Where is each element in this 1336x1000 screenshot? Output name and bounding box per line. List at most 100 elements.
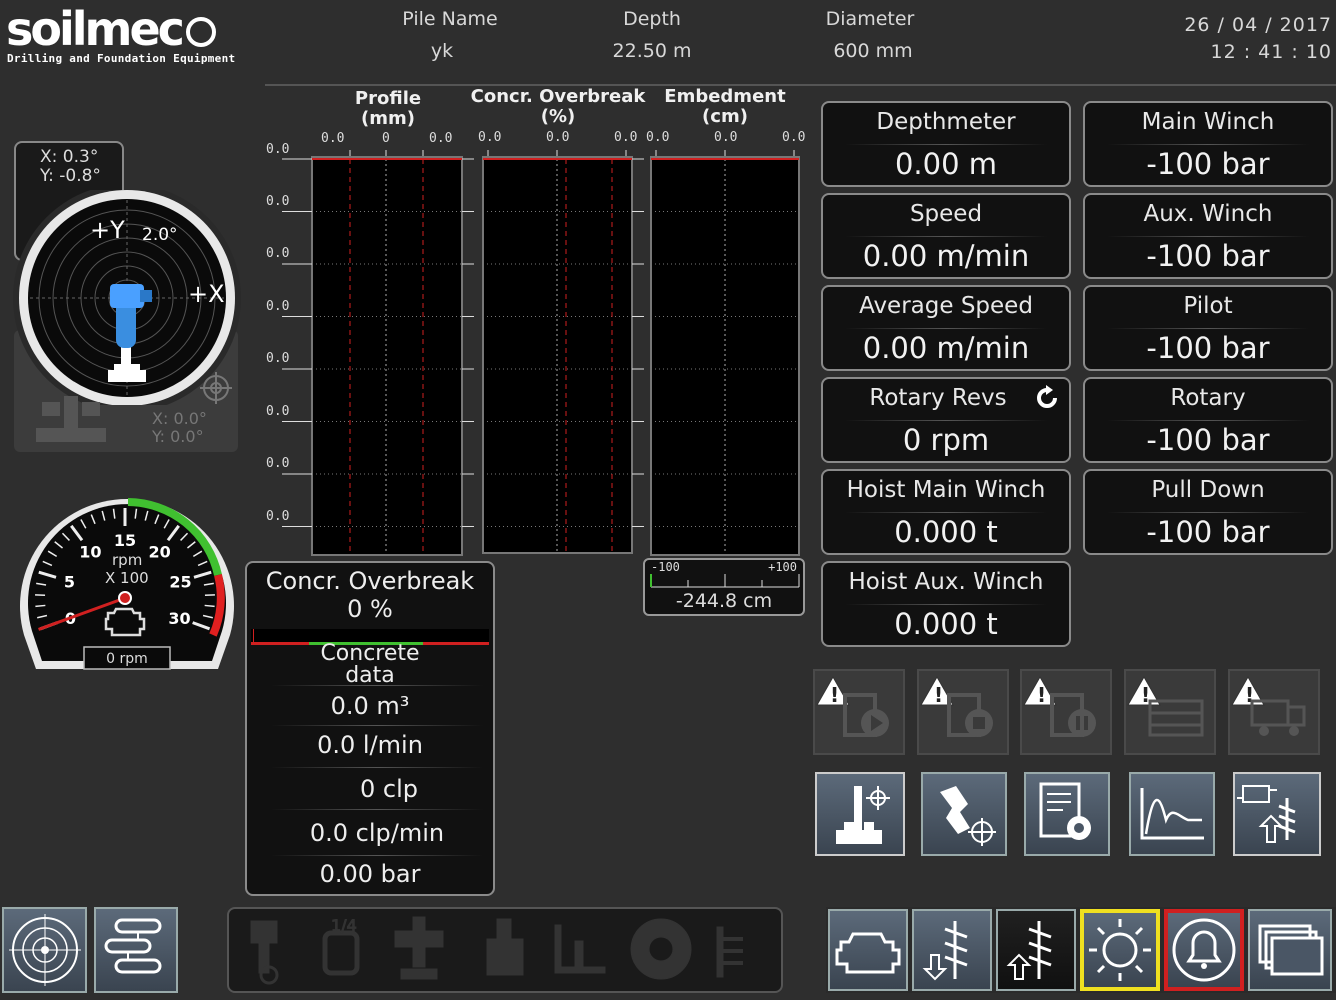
pump-icon — [486, 918, 524, 976]
function-tray: 1/4 — [227, 907, 783, 993]
profile-tick-max: 0.0 — [429, 131, 453, 146]
concrete-pressure: 0.00 bar — [319, 860, 421, 888]
profile-tick-mid: 0 — [382, 131, 390, 146]
drill-target-button[interactable] — [921, 772, 1007, 856]
winch-quarter-icon: 1/4 — [322, 916, 360, 976]
windows-icon — [1258, 924, 1324, 976]
warning-stop-button[interactable]: ! — [917, 669, 1009, 755]
secondary-x: X: 0.0° — [152, 409, 207, 428]
depth-label: Depth — [623, 8, 681, 30]
panel-pull-down: Pull Down -100 bar — [1083, 469, 1333, 555]
warning-truck-button[interactable]: ! — [1228, 669, 1320, 755]
diameter-value: 600 mm — [833, 40, 913, 62]
diameter-label: Diameter — [825, 8, 915, 30]
time-display: 12 : 41 : 10 — [1210, 41, 1332, 63]
panel-average-speed: Average Speed 0.00 m/min — [821, 285, 1071, 371]
overbreak-label: Concr. Overbreak — [265, 567, 475, 595]
embedment-scale: -100 +100 -244.8 cm — [643, 558, 805, 616]
clamp-icon — [394, 916, 444, 980]
target-view-button[interactable] — [2, 907, 87, 993]
engine-icon — [835, 932, 901, 974]
auger-down-button[interactable] — [912, 909, 992, 991]
ladder-icon — [716, 926, 743, 978]
panel-speed: Speed 0.00 m/min — [821, 193, 1071, 279]
concrete-clp: 0 clp — [360, 775, 418, 803]
secondary-y: Y: 0.0° — [151, 427, 204, 446]
overbreak-column-header: Concr. Overbreak (%) — [470, 86, 646, 127]
panel-aux-winch: Aux. Winch -100 bar — [1083, 193, 1333, 279]
auger-up-button[interactable] — [996, 909, 1076, 991]
mast-icon — [836, 786, 890, 844]
logo-tagline: Drilling and Foundation Equipment — [7, 52, 236, 65]
panel-depthmeter: Depthmeter 0.00 m — [821, 101, 1071, 187]
menu-list-icon — [104, 918, 162, 974]
warning-table-button[interactable]: ! — [1124, 669, 1216, 755]
warning-pause-button[interactable]: ! — [1020, 669, 1112, 755]
warning-start-button[interactable]: ! — [813, 669, 905, 755]
engine-tachometer: 051015202530 rpm X 100 0 rpm — [20, 498, 234, 670]
light-button[interactable] — [1080, 909, 1160, 991]
menu-list-button[interactable] — [94, 907, 178, 993]
overbreak-value: 0 % — [347, 595, 393, 623]
svg-text:!: ! — [830, 683, 839, 707]
windows-button[interactable] — [1248, 909, 1332, 991]
panel-main-winch: Main Winch -100 bar — [1083, 101, 1333, 187]
svg-text:!: ! — [934, 683, 943, 707]
tachometer-label: 5 — [64, 572, 75, 591]
date-display: 26 / 04 / 2017 — [1184, 14, 1332, 36]
drill-target-icon — [940, 786, 996, 846]
tachometer-label: 30 — [168, 609, 190, 628]
panel-hoist-aux-winch: Hoist Aux. Winch 0.000 t — [821, 561, 1071, 647]
plus-y-label: +Y — [90, 216, 125, 244]
mast-button[interactable] — [815, 772, 905, 856]
tray-icons: 1/4 — [250, 916, 743, 985]
depth-value: 22.50 m — [612, 40, 692, 62]
plus-x-label: +X — [188, 280, 225, 308]
overbreak-tick-min: 0.0 — [478, 130, 502, 145]
concrete-clp-rate: 0.0 clp/min — [309, 819, 445, 847]
tachometer-multiplier: X 100 — [105, 569, 149, 587]
warning-start-icon: ! — [816, 675, 889, 737]
embedment-value: -244.8 cm — [675, 590, 773, 612]
header-divider — [265, 84, 1336, 86]
profile-column-header: Profile (mm) — [354, 88, 422, 129]
graph-icon — [1140, 788, 1204, 840]
auger-swap-button[interactable] — [1233, 772, 1321, 856]
piston-icon — [250, 920, 279, 985]
overbreak-tick-mid: 0.0 — [546, 130, 570, 145]
rig-base-icon — [36, 396, 106, 442]
rotate-icon — [1037, 385, 1057, 408]
graph-button[interactable] — [1129, 772, 1215, 856]
tachometer-readout: 0 rpm — [106, 651, 148, 667]
soilmec-logo: soilmec — [6, 4, 216, 54]
svg-text:1/4: 1/4 — [331, 916, 357, 935]
panel-rotary-revs: Rotary Revs 0 rpm — [821, 377, 1071, 463]
crosshair-icon: X: 0.0° Y: 0.0° — [151, 372, 232, 446]
panel-rotary: Rotary -100 bar — [1083, 377, 1333, 463]
alarm-bell-button[interactable] — [1164, 909, 1244, 991]
auger-down-icon — [922, 921, 968, 981]
pile-name-label: Pile Name — [402, 8, 498, 30]
tachometer-label: 20 — [149, 542, 171, 561]
panel-hoist-main-winch: Hoist Main Winch 0.000 t — [821, 469, 1071, 555]
engine-button[interactable] — [828, 909, 908, 991]
concrete-data-panel: Concr. Overbreak 0 % Concrete data 0.0 m³… — [245, 561, 495, 896]
tachometer-tick — [35, 604, 46, 608]
alarm-bell-icon — [1172, 918, 1236, 982]
tachometer-tick — [204, 604, 215, 608]
overbreak-tick-max: 0.0 — [614, 130, 638, 145]
tower-icon — [554, 924, 606, 974]
tachometer-label: 25 — [169, 572, 191, 591]
concrete-flow: 0.0 l/min — [317, 731, 423, 759]
pile-name-value: yk — [430, 40, 454, 62]
embedment-column-header: Embedment (cm) — [664, 86, 786, 127]
auger-swap-icon — [1237, 785, 1296, 843]
circle-icon — [630, 918, 692, 980]
warning-stop-icon: ! — [920, 675, 993, 737]
embedment-tick-min: 0.0 — [646, 130, 670, 145]
auger-up-icon — [1006, 921, 1052, 980]
concrete-volume: 0.0 m³ — [330, 692, 410, 720]
warning-table-icon: ! — [1127, 675, 1204, 737]
report-settings-button[interactable] — [1024, 772, 1110, 856]
tachometer-unit: rpm — [112, 551, 142, 569]
